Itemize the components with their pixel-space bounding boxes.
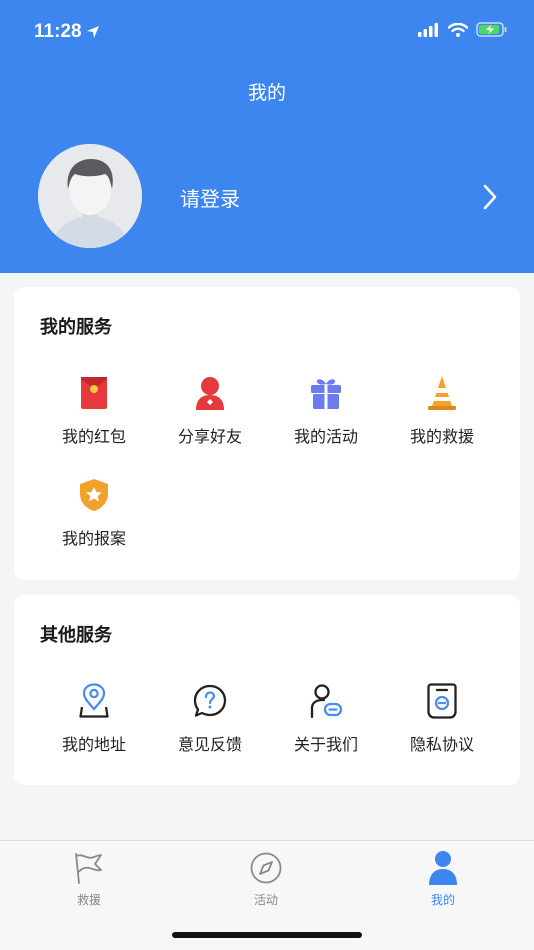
question-bubble-icon <box>193 684 227 717</box>
section-title-my-services: 我的服务 <box>40 317 112 338</box>
location-pin-icon <box>79 683 109 718</box>
traffic-cone-icon <box>428 376 456 410</box>
service-item-activity[interactable]: 我的活动 <box>268 373 384 447</box>
service-item-rescue[interactable]: 我的救援 <box>384 373 500 447</box>
location-arrow-icon <box>86 26 99 38</box>
service-item-label: 我的报案 <box>61 529 126 548</box>
tab-activity[interactable]: 活动 <box>206 849 326 908</box>
person-icon <box>429 851 457 885</box>
home-indicator <box>172 932 362 938</box>
section-title-other-services: 其他服务 <box>40 625 112 646</box>
service-item-report[interactable]: 我的报案 <box>36 475 152 549</box>
other-services-card: 其他服务 我的地址 意见反馈 关于我们 隐私协议 <box>14 595 520 785</box>
privacy-doc-icon <box>427 683 457 719</box>
cellular-signal-icon <box>418 22 438 37</box>
tab-mine[interactable]: 我的 <box>383 849 503 908</box>
chevron-right-icon[interactable] <box>480 182 500 212</box>
profile-header: 11:28 我的 请登录 <box>0 0 534 273</box>
flag-icon <box>75 853 102 884</box>
battery-charging-icon <box>476 22 507 37</box>
tab-label: 救援 <box>76 893 101 907</box>
avatar[interactable] <box>38 144 142 248</box>
service-item-label: 我的活动 <box>293 427 358 446</box>
service-item-label: 关于我们 <box>293 735 358 754</box>
login-prompt[interactable]: 请登录 <box>180 183 240 212</box>
service-item-label: 分享好友 <box>177 427 242 446</box>
tab-label: 我的 <box>430 893 455 907</box>
tab-rescue[interactable]: 救援 <box>29 849 149 908</box>
red-envelope-icon <box>81 377 107 409</box>
service-item-label: 我的地址 <box>61 735 126 754</box>
my-services-card: 我的服务 我的红包 分享好友 我的活动 我的救援 我的报案 <box>14 287 520 580</box>
shield-star-icon <box>80 479 108 511</box>
service-item-address[interactable]: 我的地址 <box>36 681 152 755</box>
status-time: 11:28 <box>34 21 100 43</box>
share-friend-icon <box>196 377 224 410</box>
service-item-label: 我的红包 <box>61 427 126 446</box>
status-bar: 11:28 <box>0 0 534 64</box>
service-item-label: 隐私协议 <box>409 735 474 754</box>
service-item-label: 意见反馈 <box>177 735 242 754</box>
user-card-icon <box>310 684 343 719</box>
service-item-feedback[interactable]: 意见反馈 <box>152 681 268 755</box>
page-title: 我的 <box>247 82 286 104</box>
service-item-privacy[interactable]: 隐私协议 <box>384 681 500 755</box>
service-item-label: 我的救援 <box>409 427 474 446</box>
status-time-text: 11:28 <box>34 21 82 42</box>
gift-icon <box>311 379 341 409</box>
wifi-icon <box>448 22 468 37</box>
service-item-share-friend[interactable]: 分享好友 <box>152 373 268 447</box>
status-icons <box>418 22 508 37</box>
compass-icon <box>250 852 282 884</box>
service-item-red-envelope[interactable]: 我的红包 <box>36 373 152 447</box>
tab-label: 活动 <box>253 893 278 907</box>
service-item-about-us[interactable]: 关于我们 <box>268 681 384 755</box>
default-avatar-icon <box>38 144 142 248</box>
